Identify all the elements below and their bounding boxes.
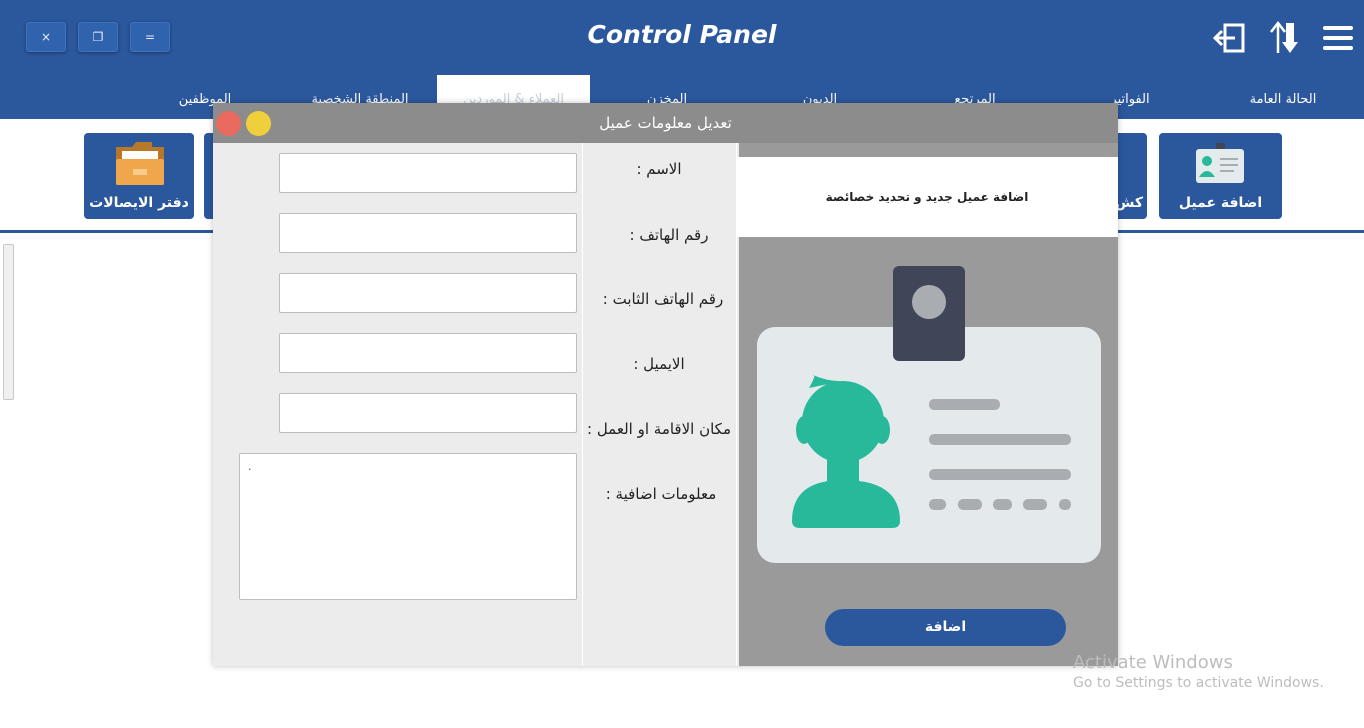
panel-caption: اضافة عميل جديد و تحديد خصائصة xyxy=(736,157,1118,237)
tab-general-status[interactable]: الحالة العامة xyxy=(1228,75,1338,119)
watermark-title: Activate Windows xyxy=(1073,652,1233,673)
watermark-subtitle: Go to Settings to activate Windows. xyxy=(1073,675,1324,691)
email-input[interactable] xyxy=(279,333,577,373)
header-bar: × ❐ = Control Panel الحالة العامة الفوات… xyxy=(0,0,1364,119)
name-label: الاسم : xyxy=(636,160,682,178)
header-actions xyxy=(1212,18,1356,58)
sort-arrows-icon[interactable] xyxy=(1266,18,1302,58)
hamburger-menu-icon[interactable] xyxy=(1320,18,1356,58)
app-window: × ❐ = Control Panel الحالة العامة الفوات… xyxy=(0,0,1364,728)
address-input[interactable] xyxy=(279,393,577,433)
phone-input[interactable] xyxy=(279,213,577,253)
phone-label: رقم الهاتف : xyxy=(629,226,709,244)
address-label: مكان الاقامة او العمل : xyxy=(587,420,731,438)
logout-icon[interactable] xyxy=(1212,18,1248,58)
minimize-dialog-button[interactable] xyxy=(246,111,271,136)
receipts-book-button[interactable]: دفتر الايصالات xyxy=(84,133,194,219)
landline-label: رقم الهاتف الثابت : xyxy=(602,290,724,308)
edit-client-dialog: تعديل معلومات عميل . الاسم : رقم الهاتف … xyxy=(213,103,1118,666)
folder-icon xyxy=(114,139,166,191)
dialog-title: تعديل معلومات عميل xyxy=(599,114,732,132)
id-card-icon xyxy=(757,266,1102,567)
app-title: Control Panel xyxy=(587,20,777,49)
add-client-button[interactable]: اضافة عميل xyxy=(1159,133,1282,219)
dialog-title-bar[interactable]: تعديل معلومات عميل xyxy=(213,103,1118,143)
receipts-book-label: دفتر الايصالات xyxy=(89,195,189,211)
close-dialog-button[interactable] xyxy=(216,111,241,136)
extra-info-label: معلومات اضافية : xyxy=(605,485,717,503)
name-input[interactable] xyxy=(279,153,577,193)
add-client-label: اضافة عميل xyxy=(1178,195,1263,211)
illustration-panel: اضافة عميل جديد و تحديد خصائصة اضافة xyxy=(736,143,1118,666)
extra-info-textarea[interactable]: . xyxy=(239,453,577,600)
column-divider xyxy=(582,143,583,666)
email-label: الايميل : xyxy=(633,355,685,373)
vertical-scrollbar[interactable] xyxy=(3,244,14,400)
id-card-icon xyxy=(1194,143,1246,189)
add-button[interactable]: اضافة xyxy=(825,609,1066,646)
landline-input[interactable] xyxy=(279,273,577,313)
activation-watermark: Activate Windows Go to Settings to activ… xyxy=(1073,652,1324,691)
